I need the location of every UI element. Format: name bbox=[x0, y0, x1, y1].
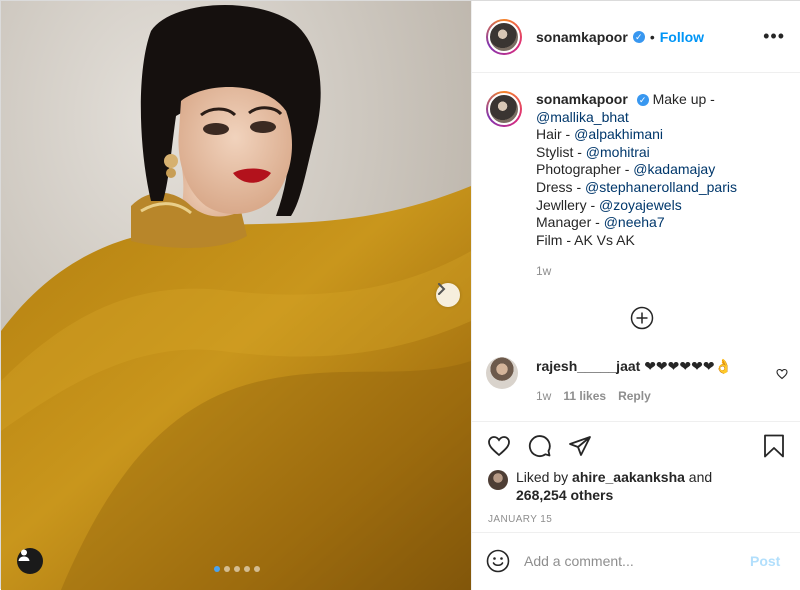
liked-by: Liked by ahire_aakanksha and 268,254 oth… bbox=[488, 468, 712, 504]
next-photo-button[interactable] bbox=[436, 283, 460, 307]
comment-meta: 1w 11 likes Reply bbox=[536, 389, 732, 403]
post-photo[interactable] bbox=[1, 1, 471, 590]
liked-by-text: Liked by ahire_aakanksha and 268,254 oth… bbox=[516, 468, 712, 504]
liked-by-user[interactable]: ahire_aakanksha bbox=[572, 469, 685, 485]
liked-by-line-2: 268,254 others bbox=[516, 486, 712, 504]
post-comment-button[interactable]: Post bbox=[750, 553, 780, 569]
post-caption: sonamkapoor ✓ Make up - @mallika_bhat Ha… bbox=[486, 91, 791, 281]
caption-mention[interactable]: @mallika_bhat bbox=[536, 109, 629, 125]
comment-bubble-icon bbox=[528, 435, 551, 457]
caption-text: Photographer - bbox=[536, 161, 634, 178]
post-side-panel: sonamkapoor ✓ • Follow ••• sonamkapoor ✓… bbox=[471, 1, 800, 590]
caption-avatar-ring[interactable] bbox=[486, 91, 522, 127]
like-button[interactable] bbox=[486, 434, 512, 458]
liked-by-prefix: Liked by bbox=[516, 469, 573, 485]
action-icons bbox=[486, 434, 592, 458]
commenter-avatar[interactable] bbox=[486, 357, 518, 389]
chevron-right-icon bbox=[438, 283, 446, 295]
caption-username[interactable]: sonamkapoor bbox=[536, 91, 628, 107]
caption-mention[interactable]: @neeha7 bbox=[604, 214, 665, 230]
add-comment-bar: Post bbox=[472, 532, 800, 589]
header-separator: • bbox=[649, 28, 655, 45]
caption-text: Hair - bbox=[536, 126, 575, 143]
tagged-users-button[interactable] bbox=[17, 548, 43, 574]
comment-time[interactable]: 1w bbox=[536, 389, 551, 403]
caption-line-1: @mallika_bhat bbox=[536, 109, 737, 127]
carousel-dot bbox=[214, 566, 220, 572]
caption-line-3: Stylist - @mohitrai bbox=[536, 144, 737, 162]
caption-line-7: Manager - @neeha7 bbox=[536, 214, 737, 232]
comment-reply-button[interactable]: Reply bbox=[618, 389, 651, 403]
caption-avatar bbox=[488, 93, 520, 125]
share-button[interactable] bbox=[568, 434, 592, 458]
post-modal: sonamkapoor ✓ • Follow ••• sonamkapoor ✓… bbox=[0, 0, 800, 590]
author-username[interactable]: sonamkapoor bbox=[536, 29, 628, 45]
caption-text: Manager - bbox=[536, 214, 604, 231]
caption-line-6: Jewllery - @zoyajewels bbox=[536, 197, 737, 215]
caption-mention[interactable]: @zoyajewels bbox=[599, 197, 682, 213]
more-options-icon[interactable]: ••• bbox=[763, 27, 785, 45]
heart-icon bbox=[488, 436, 510, 457]
caption-line-4: Photographer - @kadamajay bbox=[536, 161, 737, 179]
comment-content: ❤❤❤❤❤❤👌 bbox=[640, 358, 733, 374]
heart-icon bbox=[776, 368, 788, 380]
comment-like-button[interactable] bbox=[776, 367, 788, 385]
caption-body: sonamkapoor ✓ Make up - @mallika_bhat Ha… bbox=[536, 91, 737, 281]
carousel-dot bbox=[224, 566, 230, 572]
caption-mention[interactable]: @stephanerolland_paris bbox=[585, 179, 737, 195]
comment-input[interactable] bbox=[524, 553, 740, 569]
author-avatar-ring[interactable] bbox=[486, 18, 522, 55]
liked-by-line-1: Liked by ahire_aakanksha and bbox=[516, 468, 712, 486]
caption-line-5: Dress - @stephanerolland_paris bbox=[536, 179, 737, 197]
follow-button[interactable]: Follow bbox=[660, 29, 704, 45]
likes-count[interactable]: 268,254 others bbox=[516, 487, 613, 503]
carousel-dot bbox=[244, 566, 250, 572]
comment-button[interactable] bbox=[528, 434, 552, 458]
post-actions: Liked by ahire_aakanksha and 268,254 oth… bbox=[472, 421, 800, 531]
save-button[interactable] bbox=[763, 434, 785, 463]
carousel-dot bbox=[234, 566, 240, 572]
comment-likes[interactable]: 11 likes bbox=[563, 389, 606, 403]
verified-badge-icon: ✓ bbox=[632, 30, 645, 43]
commenter-username[interactable]: rajesh_____jaat bbox=[536, 358, 640, 374]
caption-line-0: sonamkapoor ✓ Make up - bbox=[536, 91, 737, 109]
photo-illustration bbox=[1, 1, 471, 590]
carousel-dots bbox=[214, 566, 260, 572]
comment-text: rajesh_____jaat ❤❤❤❤❤❤👌 bbox=[536, 357, 732, 375]
caption-timestamp[interactable]: 1w bbox=[536, 263, 737, 281]
plus-circle-icon bbox=[630, 306, 654, 330]
post-header: sonamkapoor ✓ • Follow ••• bbox=[472, 1, 800, 73]
caption-text: Film - AK Vs AK bbox=[536, 231, 635, 248]
author-avatar bbox=[488, 20, 520, 53]
caption-text: Stylist - bbox=[536, 143, 586, 160]
caption-verified-badge-icon: ✓ bbox=[636, 94, 649, 107]
caption-mention[interactable]: @alpakhimani bbox=[574, 126, 663, 142]
emoji-button[interactable] bbox=[486, 549, 510, 573]
comment-body: rajesh_____jaat ❤❤❤❤❤❤👌 1w 11 likes Repl… bbox=[536, 357, 732, 403]
comment-item: rajesh_____jaat ❤❤❤❤❤❤👌 1w 11 likes Repl… bbox=[486, 357, 791, 403]
caption-mention[interactable]: @kadamajay bbox=[633, 161, 715, 177]
user-icon bbox=[18, 549, 30, 561]
liker-avatar[interactable] bbox=[488, 470, 508, 490]
load-more-comments-button[interactable] bbox=[630, 306, 654, 335]
bookmark-icon bbox=[764, 434, 784, 458]
caption-text: Dress - bbox=[536, 178, 585, 195]
paper-plane-icon bbox=[569, 436, 591, 456]
liked-by-and: and bbox=[684, 469, 713, 485]
post-date[interactable]: JANUARY 15 bbox=[488, 514, 552, 525]
carousel-dot bbox=[254, 566, 260, 572]
smiley-icon bbox=[486, 549, 510, 573]
caption-line-2: Hair - @alpakhimani bbox=[536, 126, 737, 144]
caption-text: Jewllery - bbox=[536, 196, 600, 213]
caption-line-8: Film - AK Vs AK bbox=[536, 232, 737, 250]
caption-text: Make up - bbox=[652, 91, 715, 107]
caption-mention[interactable]: @mohitrai bbox=[586, 144, 650, 160]
